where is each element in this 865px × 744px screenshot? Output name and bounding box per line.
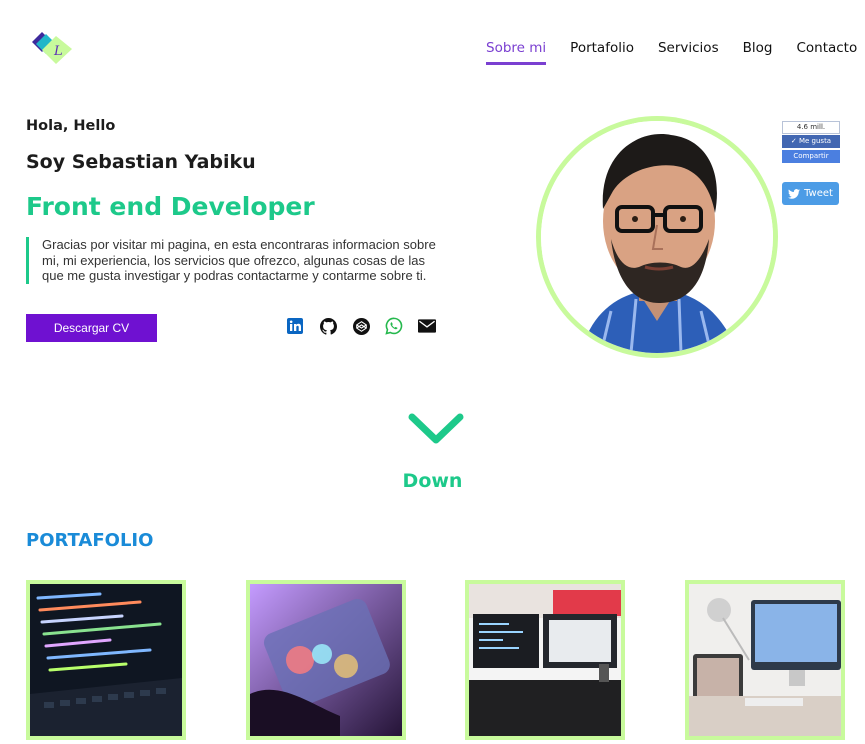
imac-workspace-image [689, 584, 841, 736]
nav-servicios[interactable]: Servicios [658, 40, 719, 65]
fb-share-button[interactable]: Compartir [782, 150, 840, 163]
nav-blog[interactable]: Blog [743, 40, 773, 65]
whatsapp-icon[interactable] [385, 317, 403, 335]
facebook-share-widget: 4.6 mill. ✓ Me gusta Compartir [782, 121, 840, 163]
fb-like-label: Me gusta [798, 137, 832, 145]
portfolio-title: PORTAFOLIO [26, 530, 154, 551]
nav-sobre-mi[interactable]: Sobre mi [486, 40, 547, 65]
greeting: Hola, Hello [26, 118, 116, 134]
portfolio-item[interactable] [26, 580, 186, 740]
main-nav: Sobre mi Portafolio Servicios Blog Conta… [486, 40, 857, 65]
twitter-icon [788, 188, 801, 199]
hero-role: Front end Developer [26, 192, 315, 221]
linkedin-icon[interactable] [286, 317, 304, 335]
fb-like-button[interactable]: ✓ Me gusta [782, 135, 840, 148]
download-cv-button[interactable]: Descargar CV [26, 314, 157, 342]
portfolio-item[interactable] [685, 580, 845, 740]
social-links [286, 317, 451, 335]
fb-like-count: 4.6 mill. [782, 121, 840, 134]
portfolio-item[interactable] [246, 580, 406, 740]
tweet-button[interactable]: Tweet [782, 182, 839, 205]
nav-portafolio[interactable]: Portafolio [570, 40, 634, 65]
hero-name: Soy Sebastian Yabiku [26, 151, 256, 173]
tweet-label: Tweet [804, 188, 833, 199]
down-label[interactable]: Down [0, 470, 865, 492]
portfolio-item[interactable] [465, 580, 625, 740]
nav-contacto[interactable]: Contacto [796, 40, 857, 65]
profile-photo [541, 121, 773, 353]
mail-icon[interactable] [418, 317, 436, 335]
chevron-down-icon[interactable] [408, 412, 464, 446]
code-laptop-image [30, 584, 182, 736]
codepen-icon[interactable] [352, 317, 370, 335]
hero-description: Gracias por visitar mi pagina, en esta e… [26, 237, 446, 284]
logo-icon[interactable]: L [30, 30, 74, 68]
profile-photo-frame [536, 116, 778, 358]
github-icon[interactable] [319, 317, 337, 335]
phone-lights-image [250, 584, 402, 736]
svg-text:L: L [53, 44, 63, 59]
desk-monitors-image [469, 584, 621, 736]
